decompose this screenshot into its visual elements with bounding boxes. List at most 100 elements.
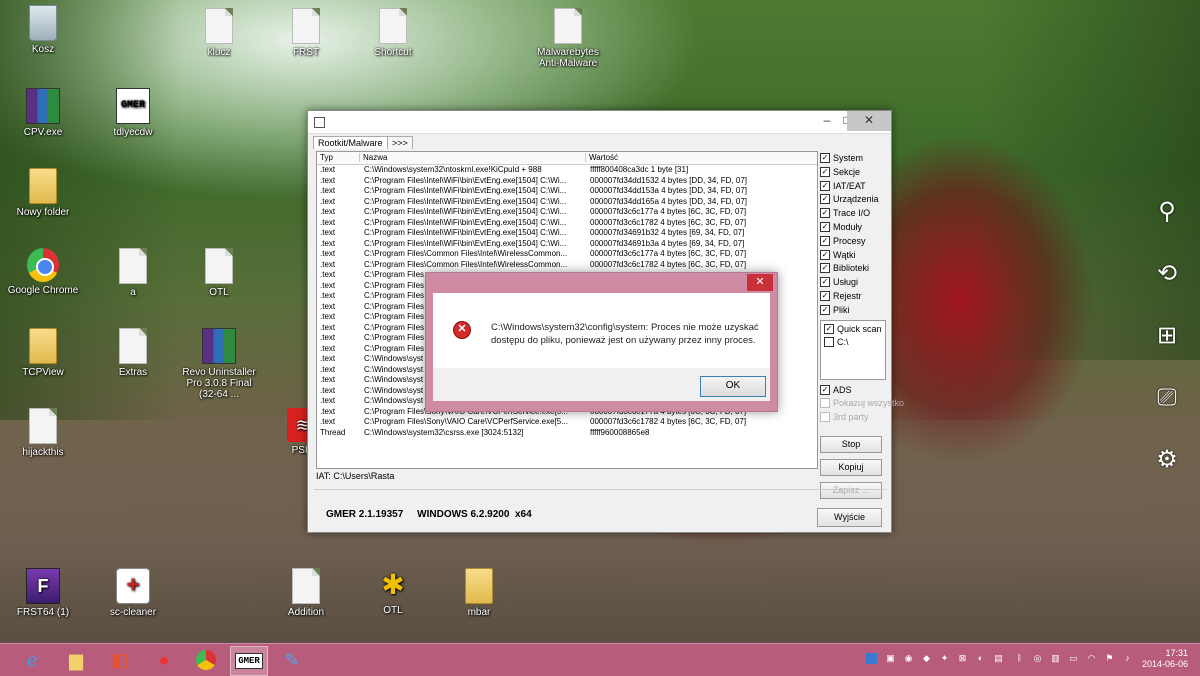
tray-app4-icon[interactable]: ✦: [939, 653, 950, 664]
table-row[interactable]: Thread C:\Windows\system32\csrss.exe [302…: [317, 428, 817, 439]
desktop-icon[interactable]: Revo Uninstaller Pro 3.0.8 Final (32-64 …: [181, 328, 257, 400]
gmer-taskbar-icon[interactable]: GMER: [230, 646, 268, 676]
checkbox-box[interactable]: ✓: [820, 249, 830, 260]
tray-network-icon[interactable]: [866, 653, 877, 664]
tab-rootkit-malware[interactable]: Rootkit/Malware: [313, 136, 388, 149]
share-charm-icon[interactable]: ⟲: [1150, 257, 1184, 291]
checkbox-box[interactable]: ✓: [820, 277, 830, 288]
checkbox-box[interactable]: ✓: [820, 290, 830, 301]
desktop-icon[interactable]: mbar: [441, 568, 517, 618]
tray-app9-icon[interactable]: ▥: [1050, 653, 1061, 664]
window-system-icon[interactable]: [314, 117, 325, 128]
checkbox-box[interactable]: ✓: [820, 221, 830, 232]
stop-button[interactable]: Stop: [820, 436, 882, 453]
ok-button[interactable]: OK: [700, 376, 766, 397]
desktop-icon[interactable]: FRST: [268, 8, 344, 58]
chrome-taskbar-icon[interactable]: [188, 646, 224, 674]
table-row[interactable]: .text C:\Program Files\Intel\WiFi\bin\Evt…: [317, 228, 817, 239]
tab-more[interactable]: >>>: [387, 136, 413, 149]
checkbox-box[interactable]: ✓: [820, 208, 830, 219]
wifi-icon[interactable]: ◠: [1086, 653, 1097, 664]
option-checkbox[interactable]: ✓ Sekcje: [820, 166, 886, 180]
option-checkbox[interactable]: ✓ Pliki: [820, 304, 886, 318]
desktop-icon[interactable]: + sc-cleaner: [95, 568, 171, 618]
drive-checkbox[interactable]: ✓ Quick scan: [824, 323, 882, 337]
table-row[interactable]: .text C:\Program Files\Intel\WiFi\bin\Evt…: [317, 207, 817, 218]
tray-app7-icon[interactable]: ▤: [993, 653, 1004, 664]
column-header-value[interactable]: Wartość: [585, 153, 809, 162]
option-checkbox[interactable]: ✓ Trace I/O: [820, 207, 886, 221]
desktop-icon[interactable]: Shortcut: [355, 8, 431, 58]
clock[interactable]: 17:31 2014-06-06: [1142, 648, 1188, 670]
desktop-icon[interactable]: Extras: [95, 328, 171, 378]
bluetooth-icon[interactable]: ᛒ: [1014, 653, 1025, 664]
paint-icon[interactable]: ✎: [274, 646, 310, 674]
checkbox-box[interactable]: ✓: [820, 194, 830, 205]
exit-button[interactable]: Wyjście: [817, 508, 882, 527]
table-row[interactable]: .text C:\Program Files\Intel\WiFi\bin\Evt…: [317, 197, 817, 208]
dialog-close-button[interactable]: ✕: [747, 274, 773, 291]
desktop-icon[interactable]: CPV.exe: [5, 88, 81, 138]
desktop-icon[interactable]: OTL: [181, 248, 257, 298]
checkbox-box[interactable]: ✓: [820, 166, 830, 177]
checkbox-box[interactable]: ✓: [820, 180, 830, 191]
drive-list[interactable]: ✓ Quick scan C:\: [820, 319, 886, 380]
checkbox-box[interactable]: [820, 398, 830, 409]
option-checkbox[interactable]: ✓ Wątki: [820, 249, 886, 263]
desktop-icon[interactable]: Kosz: [5, 5, 81, 55]
checkbox-box[interactable]: ✓: [820, 384, 830, 395]
checkbox-box[interactable]: ✓: [820, 235, 830, 246]
option-checkbox[interactable]: ✓ IAT/EAT: [820, 180, 886, 194]
table-row[interactable]: .text C:\Program Files\Intel\WiFi\bin\Evt…: [317, 239, 817, 250]
copy-button[interactable]: Kopiuj: [820, 459, 882, 476]
devices-charm-icon[interactable]: ⎚: [1150, 381, 1184, 415]
checkbox-box[interactable]: ✓: [820, 263, 830, 274]
volume-icon[interactable]: ♪: [1122, 653, 1133, 664]
option-checkbox[interactable]: ✓ Biblioteki: [820, 262, 886, 276]
search-charm-icon[interactable]: ⚲: [1150, 195, 1184, 229]
option-checkbox[interactable]: ✓ Urządzenia: [820, 193, 886, 207]
close-button[interactable]: ✕: [847, 111, 891, 131]
extra-option-checkbox[interactable]: ✓ ADS: [820, 384, 886, 398]
file-explorer-icon[interactable]: ▆: [58, 646, 94, 674]
desktop-icon[interactable]: klucz: [181, 8, 257, 58]
option-checkbox[interactable]: ✓ Rejestr: [820, 290, 886, 304]
tray-app3-icon[interactable]: ◆: [921, 653, 932, 664]
security-app-icon[interactable]: ●: [146, 646, 182, 674]
internet-explorer-icon[interactable]: ℯ: [14, 646, 50, 674]
table-row[interactable]: .text C:\Program Files\Sony\VAIO Care\VCP…: [317, 417, 817, 428]
checkbox-box[interactable]: ✓: [824, 323, 834, 334]
extra-option-checkbox[interactable]: Pokazuj wszystko: [820, 397, 904, 411]
tray-app5-icon[interactable]: ⊠: [957, 653, 968, 664]
drive-checkbox[interactable]: C:\: [824, 336, 882, 350]
action-center-icon[interactable]: ⚑: [1104, 653, 1115, 664]
extra-option-checkbox[interactable]: 3rd party: [820, 411, 886, 425]
table-row[interactable]: .text C:\Program Files\Intel\WiFi\bin\Evt…: [317, 218, 817, 229]
checkbox-box[interactable]: [824, 337, 834, 348]
option-checkbox[interactable]: ✓ Moduły: [820, 221, 886, 235]
option-checkbox[interactable]: ✓ Usługi: [820, 276, 886, 290]
table-row[interactable]: .text C:\Program Files\Intel\WiFi\bin\Evt…: [317, 176, 817, 187]
desktop-icon[interactable]: TCPView: [5, 328, 81, 378]
desktop-icon[interactable]: ✱ OTL: [355, 568, 431, 616]
tray-app2-icon[interactable]: ◉: [903, 653, 914, 664]
checkbox-box[interactable]: ✓: [820, 304, 830, 315]
option-checkbox[interactable]: ✓ System: [820, 152, 886, 166]
tray-app6-icon[interactable]: ◐: [975, 653, 986, 664]
desktop-icon[interactable]: GMER tdlyecdw: [95, 88, 171, 138]
office-icon[interactable]: ◧: [102, 646, 138, 674]
column-header-name[interactable]: Nazwa: [359, 153, 581, 162]
gmer-titlebar[interactable]: – □ ✕: [308, 111, 891, 134]
table-row[interactable]: .text C:\Windows\system32\ntoskrnl.exe!Ki…: [317, 165, 817, 176]
desktop-icon[interactable]: Addition: [268, 568, 344, 618]
column-header-type[interactable]: Typ: [320, 153, 360, 162]
settings-charm-icon[interactable]: ⚙: [1150, 443, 1184, 477]
battery-icon[interactable]: ▭: [1068, 653, 1079, 664]
start-charm-icon[interactable]: ⊞: [1150, 319, 1184, 353]
desktop-icon[interactable]: Malwarebytes Anti-Malware: [530, 8, 606, 69]
option-checkbox[interactable]: ✓ Procesy: [820, 235, 886, 249]
checkbox-box[interactable]: ✓: [820, 153, 830, 163]
save-button[interactable]: Zapisz ...: [820, 482, 882, 499]
desktop-icon[interactable]: Nowy folder: [5, 168, 81, 218]
desktop-icon[interactable]: a: [95, 248, 171, 298]
